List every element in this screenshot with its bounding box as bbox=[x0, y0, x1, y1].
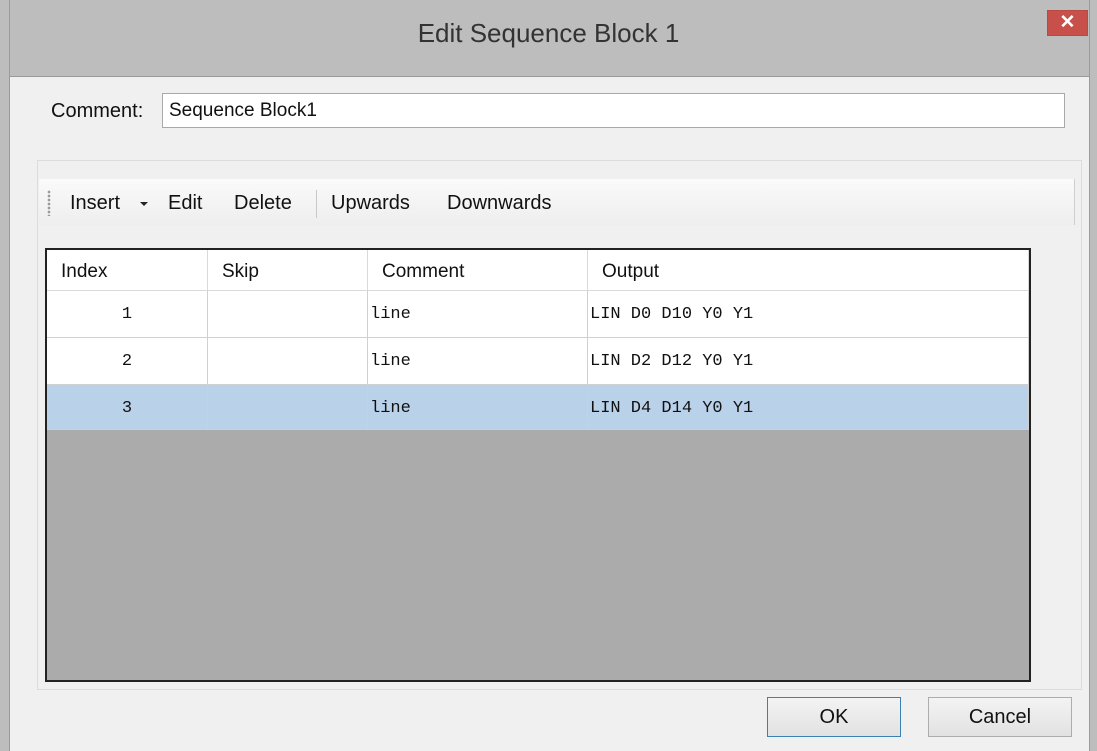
row-2-index[interactable]: 2 bbox=[47, 338, 208, 385]
row-1-skip[interactable] bbox=[208, 291, 368, 338]
window-border-right bbox=[1089, 0, 1097, 751]
edit-button[interactable]: Edit bbox=[168, 192, 202, 215]
row-3-skip[interactable] bbox=[208, 385, 368, 430]
row-1-index[interactable]: 1 bbox=[47, 291, 208, 338]
downwards-button[interactable]: Downwards bbox=[447, 192, 551, 215]
column-header-index[interactable]: Index bbox=[47, 250, 208, 291]
row-3-output[interactable]: LIN D4 D14 Y0 Y1 bbox=[588, 385, 1029, 430]
row-3-comment[interactable]: line bbox=[368, 385, 588, 430]
upwards-button[interactable]: Upwards bbox=[331, 192, 410, 215]
toolbar-separator bbox=[316, 190, 317, 218]
row-2-skip[interactable] bbox=[208, 338, 368, 385]
cancel-button[interactable]: Cancel bbox=[928, 697, 1072, 737]
column-header-output[interactable]: Output bbox=[588, 250, 1029, 291]
title-bar[interactable]: Edit Sequence Block 1 ✕ bbox=[0, 0, 1097, 77]
insert-button[interactable]: Insert bbox=[70, 192, 120, 215]
window-border-left bbox=[0, 0, 10, 751]
row-3-index[interactable]: 3 bbox=[47, 385, 208, 430]
row-1-comment[interactable]: line bbox=[368, 291, 588, 338]
close-icon: ✕ bbox=[1059, 12, 1076, 33]
ok-button[interactable]: OK bbox=[767, 697, 901, 737]
column-header-skip[interactable]: Skip bbox=[208, 250, 368, 291]
row-1-output[interactable]: LIN D0 D10 Y0 Y1 bbox=[588, 291, 1029, 338]
window-title: Edit Sequence Block 1 bbox=[417, 18, 680, 48]
delete-button[interactable]: Delete bbox=[234, 192, 292, 215]
toolbar-grip-icon[interactable] bbox=[47, 190, 51, 216]
comment-input[interactable] bbox=[162, 93, 1065, 128]
chevron-down-icon[interactable] bbox=[140, 202, 148, 206]
row-2-comment[interactable]: line bbox=[368, 338, 588, 385]
comment-label: Comment: bbox=[51, 100, 144, 122]
edit-sequence-block-dialog: Edit Sequence Block 1 ✕ Comment: Insert … bbox=[0, 0, 1097, 751]
sequence-grid[interactable]: Index Skip Comment Output 1 line LIN D0 … bbox=[45, 248, 1031, 682]
close-button[interactable]: ✕ bbox=[1047, 10, 1088, 36]
row-2-output[interactable]: LIN D2 D12 Y0 Y1 bbox=[588, 338, 1029, 385]
column-header-comment[interactable]: Comment bbox=[368, 250, 588, 291]
